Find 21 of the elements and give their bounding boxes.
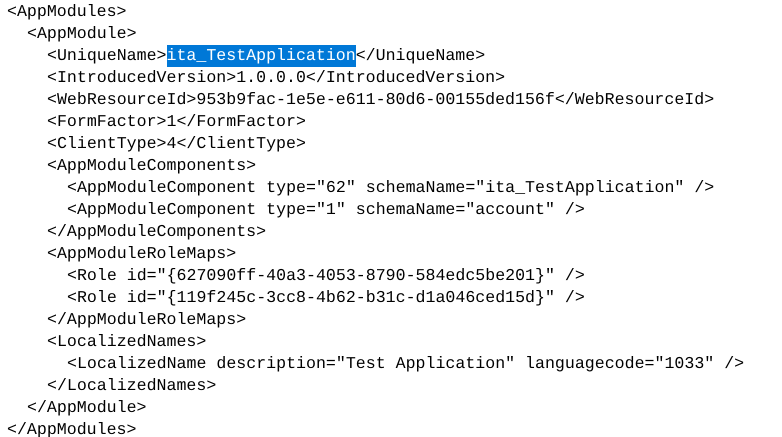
code-line: <AppModuleRoleMaps> <box>47 243 236 265</box>
code-line: <AppModuleComponents> <box>47 155 256 177</box>
code-line: </AppModule> <box>27 397 146 419</box>
code-line: <FormFactor>1</FormFactor> <box>47 111 306 133</box>
code-line: <AppModuleComponent type="62" schemaName="ita_TestApplication" /> <box>67 177 714 199</box>
code-line: <LocalizedName description="Test Application" languagecode="1033" /> <box>67 353 744 375</box>
code-line: <Role id="{627090ff-40a3-4053-8790-584edc5be201}" /> <box>67 265 585 287</box>
code-line: <Role id="{119f245c-3cc8-4b62-b31c-d1a046ced15d}" /> <box>67 287 585 309</box>
code-line: <AppModules> <box>7 1 126 23</box>
code-line: </UniqueName> <box>356 45 486 67</box>
code-line: <AppModuleComponent type="1" schemaName="account" /> <box>67 199 585 221</box>
code-line: <WebResourceId>953b9fac-1e5e-e611-80d6-00155ded156f</WebResourceId> <box>47 89 714 111</box>
code-line: </LocalizedNames> <box>47 375 216 397</box>
code-line: <UniqueName> <box>47 45 166 67</box>
selected-text: ita_TestApplication <box>166 45 356 67</box>
code-line: </AppModuleComponents> <box>47 221 266 243</box>
code-line: </AppModuleRoleMaps> <box>47 309 246 331</box>
code-line: <IntroducedVersion>1.0.0.0</IntroducedVersion> <box>47 67 506 89</box>
code-line: <LocalizedNames> <box>47 331 206 353</box>
code-line: <ClientType>4</ClientType> <box>47 133 306 155</box>
code-line: <AppModule> <box>27 23 137 45</box>
